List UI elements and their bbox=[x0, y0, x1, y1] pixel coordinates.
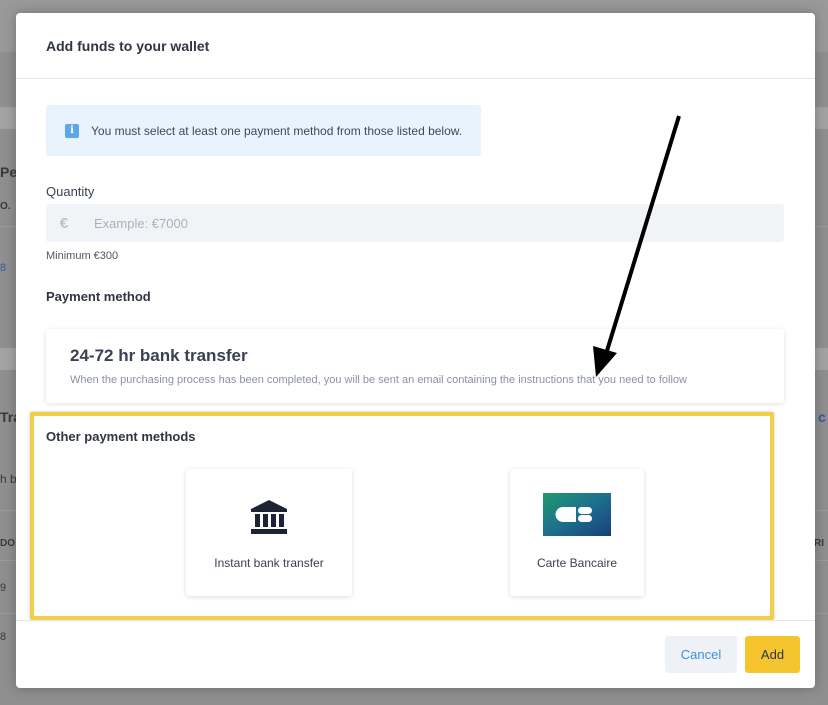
background-text: O. bbox=[0, 201, 11, 212]
dialog-footer-divider bbox=[16, 620, 815, 621]
background-text: 9 bbox=[0, 582, 7, 594]
background-text: 8 bbox=[0, 262, 7, 274]
carte-bancaire-option[interactable]: Carte Bancaire bbox=[510, 469, 644, 596]
info-alert-text: You must select at least one payment met… bbox=[91, 123, 463, 138]
add-button[interactable]: Add bbox=[745, 636, 800, 673]
quantity-label: Quantity bbox=[46, 184, 95, 199]
dialog-header: Add funds to your wallet bbox=[16, 13, 815, 79]
bank-transfer-option[interactable]: 24-72 hr bank transfer When the purchasi… bbox=[46, 329, 784, 403]
info-icon: i bbox=[65, 123, 79, 138]
background-text: RI bbox=[814, 538, 824, 549]
quantity-field[interactable]: € bbox=[46, 204, 784, 242]
background-text: DO bbox=[0, 538, 15, 549]
background-text: h b bbox=[0, 472, 17, 486]
quantity-minimum-hint: Minimum €300 bbox=[46, 250, 119, 262]
quantity-input[interactable] bbox=[94, 215, 694, 231]
instant-bank-transfer-label: Instant bank transfer bbox=[214, 556, 324, 570]
bank-icon bbox=[251, 500, 287, 534]
add-funds-dialog: Add funds to your wallet i You must sele… bbox=[16, 13, 815, 688]
dialog-title: Add funds to your wallet bbox=[46, 38, 210, 54]
other-payment-methods-label: Other payment methods bbox=[46, 429, 196, 444]
euro-icon: € bbox=[59, 214, 69, 232]
background-text: 8 bbox=[0, 631, 7, 643]
payment-method-label: Payment method bbox=[46, 289, 151, 304]
carte-bancaire-label: Carte Bancaire bbox=[536, 556, 618, 570]
bank-transfer-description: When the purchasing process has been com… bbox=[70, 374, 687, 386]
instant-bank-transfer-option[interactable]: Instant bank transfer bbox=[186, 469, 352, 596]
cancel-button[interactable]: Cancel bbox=[665, 636, 737, 673]
info-alert: i You must select at least one payment m… bbox=[46, 105, 481, 156]
background-text: c bbox=[818, 409, 826, 425]
cb-logo bbox=[543, 493, 611, 536]
bank-transfer-title: 24-72 hr bank transfer bbox=[70, 346, 248, 365]
